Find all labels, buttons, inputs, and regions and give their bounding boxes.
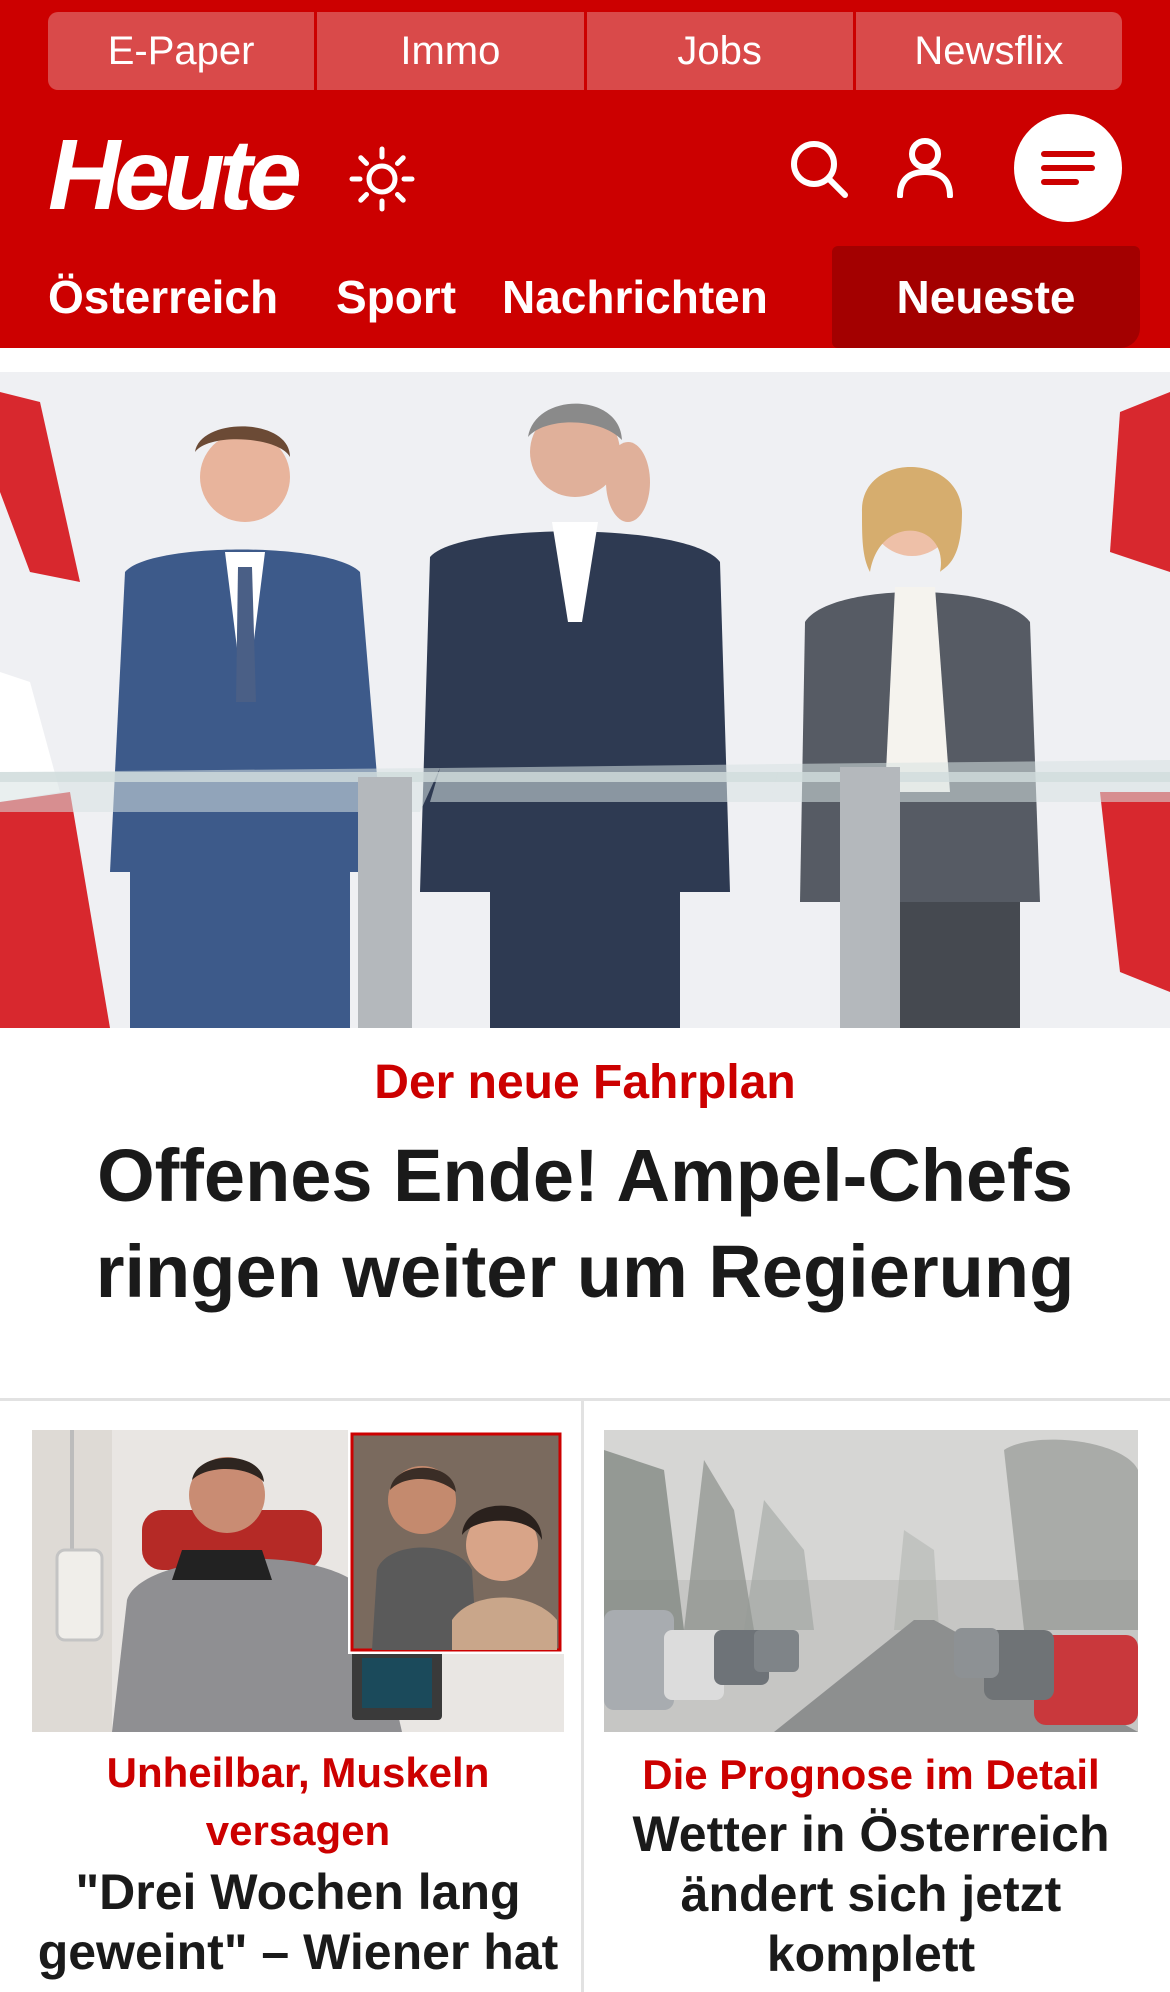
article-kicker[interactable]: Unheilbar, Muskeln versagen <box>32 1744 564 1860</box>
search-icon[interactable] <box>788 138 850 200</box>
section-tab-nachrichten[interactable]: Nachrichten <box>502 246 768 348</box>
hero-headline[interactable]: Offenes Ende! Ampel-Chefs ringen weiter … <box>60 1128 1110 1320</box>
top-service-nav: E-Paper Immo Jobs Newsflix <box>48 12 1122 90</box>
article-image[interactable] <box>604 1430 1138 1732</box>
section-divider <box>0 1398 1170 1401</box>
article-image[interactable] <box>32 1430 564 1732</box>
user-icon[interactable] <box>895 136 955 198</box>
site-logo[interactable]: Heute <box>48 120 302 230</box>
article-title[interactable]: "Drei Wochen lang geweint" – Wiener hat <box>32 1862 564 1982</box>
menu-button[interactable] <box>1014 114 1122 222</box>
topnav-newsflix-link[interactable]: Newsflix <box>855 12 1122 90</box>
section-tab-oesterreich[interactable]: Österreich <box>48 246 278 348</box>
menu-icon <box>1041 151 1095 185</box>
topnav-immo-link[interactable]: Immo <box>317 12 587 90</box>
topnav-epaper-link[interactable]: E-Paper <box>48 12 318 90</box>
hero-image[interactable] <box>0 372 1170 1028</box>
site-header: E-Paper Immo Jobs Newsflix Heute Österre… <box>0 0 1170 348</box>
article-kicker[interactable]: Die Prognose im Detail <box>604 1746 1138 1804</box>
section-tab-sport[interactable]: Sport <box>336 246 456 348</box>
sun-icon[interactable] <box>348 145 416 213</box>
hero-kicker[interactable]: Der neue Fahrplan <box>0 1055 1170 1110</box>
press-conference-photo <box>0 372 1170 1028</box>
topnav-jobs-link[interactable]: Jobs <box>586 12 856 90</box>
column-divider <box>581 1400 584 1992</box>
section-tab-neueste[interactable]: Neueste <box>832 246 1140 348</box>
foggy-street-photo <box>604 1430 1138 1732</box>
article-title[interactable]: Wetter in Österreich ändert sich jetzt k… <box>604 1804 1138 1984</box>
section-nav: Österreich Sport Nachrichten Neueste <box>0 246 1170 348</box>
hospital-photo <box>32 1430 564 1732</box>
